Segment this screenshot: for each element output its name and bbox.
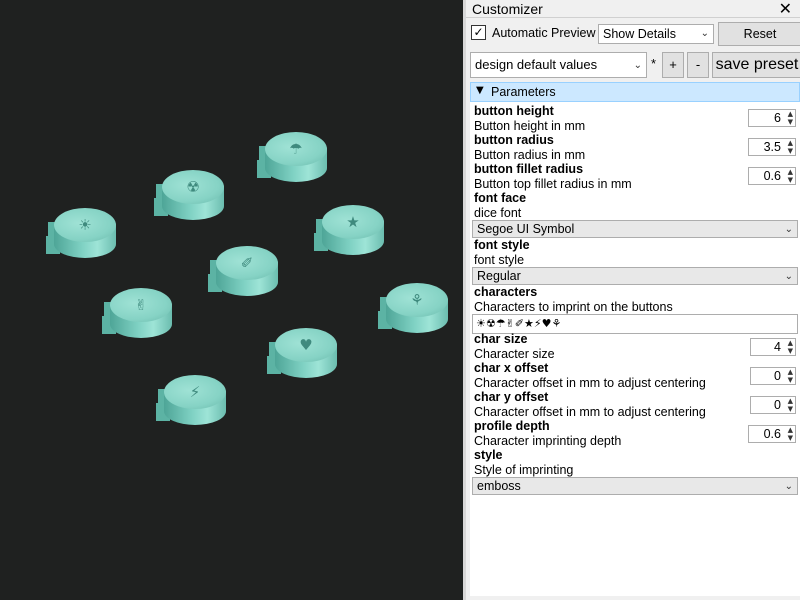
spinbox-value: 0.6 — [763, 427, 781, 441]
unsaved-indicator: * — [651, 56, 657, 71]
param-name: char x offset — [474, 361, 549, 375]
char-size-spinbox[interactable]: 4 ▲ ▼ — [750, 338, 796, 356]
param-name: button height — [474, 104, 554, 118]
chevron-down-icon: ⌄ — [633, 60, 642, 71]
chevron-down-icon: ⌄ — [784, 481, 793, 492]
param-name: font style — [474, 238, 530, 252]
automatic-preview-label[interactable]: Automatic Preview — [492, 26, 596, 40]
remove-preset-button[interactable]: - — [687, 52, 709, 78]
button-radius-spinbox[interactable]: 3.5 ▲ ▼ — [748, 138, 796, 156]
details-select[interactable]: Show Details ⌄ — [598, 24, 714, 44]
font-face-select[interactable]: Segoe UI Symbol ⌄ — [472, 220, 798, 238]
button-glyph: ☂ — [289, 140, 303, 158]
param-desc: Button radius in mm — [474, 148, 586, 162]
button-fillet-radius-spinbox[interactable]: 0.6 ▲ ▼ — [748, 167, 796, 185]
spinbox-value: 6 — [774, 111, 781, 125]
button-glyph: ⚡ — [189, 383, 201, 401]
param-desc: Button height in mm — [474, 119, 586, 133]
param-name: char size — [474, 332, 528, 346]
preview-toolbar: ✓ Automatic Preview Show Details ⌄ Reset — [470, 22, 800, 46]
details-select-value: Show Details — [603, 27, 676, 41]
reset-button[interactable]: Reset — [718, 22, 800, 46]
char-x-offset-spinbox[interactable]: 0 ▲ ▼ — [750, 367, 796, 385]
spin-arrows-icon[interactable]: ▲ ▼ — [788, 139, 793, 155]
preset-toolbar: design default values ⌄ * + - save prese… — [470, 52, 800, 78]
param-desc: Characters to imprint on the buttons — [474, 300, 673, 314]
param-desc: Character size — [474, 347, 555, 361]
chevron-down-icon: ⌄ — [784, 271, 793, 282]
param-name: style — [474, 448, 503, 462]
3d-preview-viewport[interactable]: ☀ ☢ ☂ ✌ ✐ ★ ⚡ ♥ ⚘ — [0, 0, 463, 600]
param-name: font face — [474, 191, 527, 205]
spinbox-value: 0 — [774, 398, 781, 412]
profile-depth-spinbox[interactable]: 0.6 ▲ ▼ — [748, 425, 796, 443]
param-name: button fillet radius — [474, 162, 584, 176]
button-glyph: ☀ — [78, 216, 92, 234]
spinbox-value: 0.6 — [763, 169, 781, 183]
preset-select-value: design default values — [475, 57, 598, 72]
button-glyph: ✌ — [134, 296, 148, 314]
customizer-panel: Customizer ✕ ✓ Automatic Preview Show De… — [463, 0, 800, 600]
select-value: Regular — [477, 269, 521, 283]
button-glyph: ⚘ — [410, 291, 424, 309]
save-preset-button[interactable]: save preset — [712, 52, 800, 78]
spin-arrows-icon[interactable]: ▲ ▼ — [788, 339, 793, 355]
param-desc: Character offset in mm to adjust centeri… — [474, 376, 706, 390]
param-name: char y offset — [474, 390, 549, 404]
button-glyph: ★ — [346, 213, 360, 231]
button-height-spinbox[interactable]: 6 ▲ ▼ — [748, 109, 796, 127]
automatic-preview-checkbox[interactable]: ✓ — [471, 25, 486, 40]
select-value: Segoe UI Symbol — [477, 222, 575, 236]
section-label: Parameters — [491, 85, 556, 99]
style-select[interactable]: emboss ⌄ — [472, 477, 798, 495]
collapse-triangle-icon: ▼ — [476, 85, 484, 96]
font-style-select[interactable]: Regular ⌄ — [472, 267, 798, 285]
spinbox-value: 3.5 — [763, 140, 781, 154]
param-desc: dice font — [474, 206, 522, 220]
spinbox-value: 0 — [774, 369, 781, 383]
panel-titlebar: Customizer ✕ — [466, 0, 800, 18]
spin-arrows-icon[interactable]: ▲ ▼ — [788, 110, 793, 126]
param-desc: Character offset in mm to adjust centeri… — [474, 405, 706, 419]
parameters-list: button height Button height in mm 6 ▲ ▼ b… — [470, 102, 800, 596]
param-desc: font style — [474, 253, 525, 267]
spin-arrows-icon[interactable]: ▲ ▼ — [788, 426, 793, 442]
param-name: profile depth — [474, 419, 550, 433]
add-preset-button[interactable]: + — [662, 52, 684, 78]
spinbox-value: 4 — [774, 340, 781, 354]
spin-arrows-icon[interactable]: ▲ ▼ — [788, 368, 793, 384]
param-desc: Button top fillet radius in mm — [474, 177, 632, 191]
spin-arrows-icon[interactable]: ▲ ▼ — [788, 397, 793, 413]
button-glyph: ✐ — [240, 254, 254, 272]
select-value: emboss — [477, 479, 521, 493]
param-desc: Character imprinting depth — [474, 434, 622, 448]
characters-input[interactable]: ☀☢☂✌✐★⚡♥⚘ — [472, 314, 798, 334]
button-glyph: ♥ — [299, 336, 313, 354]
button-glyph: ☢ — [186, 178, 200, 196]
char-y-offset-spinbox[interactable]: 0 ▲ ▼ — [750, 396, 796, 414]
param-name: characters — [474, 285, 538, 299]
close-icon[interactable]: ✕ — [779, 0, 792, 18]
spin-arrows-icon[interactable]: ▲ ▼ — [788, 168, 793, 184]
preset-select[interactable]: design default values ⌄ — [470, 52, 647, 78]
panel-title: Customizer — [472, 1, 543, 17]
param-name: button radius — [474, 133, 554, 147]
chevron-down-icon: ⌄ — [700, 28, 709, 39]
parameters-section-header[interactable]: ▼ Parameters — [470, 82, 800, 102]
chevron-down-icon: ⌄ — [784, 224, 793, 235]
param-desc: Style of imprinting — [474, 463, 574, 477]
